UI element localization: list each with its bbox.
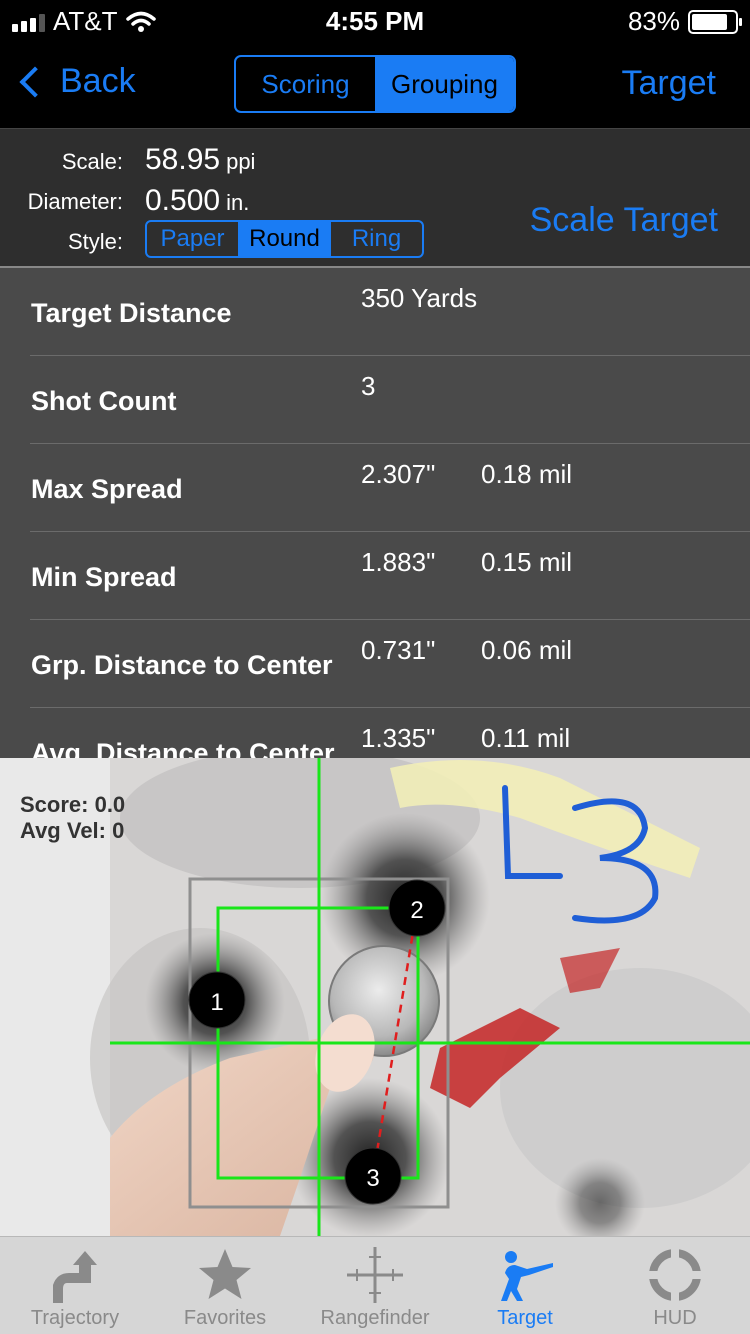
table-row: Min Spread 1.883" 0.15 mil [30, 532, 750, 620]
style-option-paper[interactable]: Paper [147, 222, 239, 256]
mode-segmented-control: Scoring Grouping [234, 55, 516, 113]
star-icon [199, 1249, 251, 1299]
table-row: Grp. Distance to Center 0.731" 0.06 mil [30, 620, 750, 708]
segment-scoring[interactable]: Scoring [236, 57, 375, 111]
row-value-primary: 350 Yards [361, 283, 478, 313]
tab-label: HUD [653, 1307, 697, 1329]
table-row: Target Distance 350 Yards [30, 268, 750, 356]
table-row: Avg. Distance to Center 1.335" 0.11 mil [30, 708, 750, 758]
shot-marker-2[interactable]: 2 [388, 879, 446, 937]
row-value-primary: 0.731" [361, 635, 436, 665]
style-option-round[interactable]: Round [239, 222, 331, 256]
tab-label: Favorites [183, 1307, 267, 1329]
crosshair-icon [347, 1247, 403, 1303]
target-button[interactable]: Target [622, 64, 717, 103]
target-photo-view[interactable]: 1 2 3 Score: 0.0 Avg Vel: 0 [0, 758, 750, 1236]
tab-favorites[interactable]: Favorites [150, 1237, 300, 1334]
tab-bar: Trajectory Favorites Rangefinder Target [0, 1236, 750, 1334]
shot-label: 3 [366, 1165, 379, 1192]
diameter-value: 0.500 in. [145, 184, 249, 218]
tab-trajectory[interactable]: Trajectory [0, 1237, 150, 1334]
scale-target-button[interactable]: Scale Target [530, 201, 718, 240]
battery-icon [688, 9, 742, 34]
row-value-secondary: 0.18 mil [481, 459, 573, 489]
scale-unit: ppi [226, 149, 256, 174]
avg-velocity-text: Avg Vel: 0 [20, 818, 125, 843]
hud-reticle-icon [647, 1247, 703, 1303]
tab-label: Rangefinder [320, 1307, 430, 1329]
status-bar: AT&T 4:55 PM 83% [0, 0, 750, 40]
battery-status: 83% [627, 6, 742, 37]
tab-rangefinder[interactable]: Rangefinder [300, 1237, 450, 1334]
battery-percent: 83% [627, 6, 680, 36]
rifleman-icon [501, 1251, 553, 1301]
scale-value: 58.95 ppi [145, 143, 255, 177]
table-row: Shot Count 3 [30, 356, 750, 444]
score-readout: Score: 0.0 Avg Vel: 0 [20, 792, 125, 844]
score-text: Score: 0.0 [20, 792, 126, 817]
row-name: Max Spread [31, 474, 183, 504]
row-name: Grp. Distance to Center [31, 650, 333, 680]
diameter-number: 0.500 [145, 184, 221, 217]
row-value-secondary: 0.06 mil [481, 635, 573, 665]
table-row: Max Spread 2.307" 0.18 mil [30, 444, 750, 532]
tab-target[interactable]: Target [450, 1237, 600, 1334]
row-value-primary: 1.335" [361, 723, 436, 753]
chevron-left-icon [19, 65, 51, 98]
row-name: Target Distance [31, 298, 232, 328]
style-segmented-control: Paper Round Ring [145, 220, 424, 258]
row-value-primary: 2.307" [361, 459, 436, 489]
segment-grouping[interactable]: Grouping [375, 57, 514, 111]
row-value-secondary: 0.15 mil [481, 547, 573, 577]
row-value-secondary: 0.11 mil [481, 723, 571, 753]
tab-label: Target [497, 1307, 553, 1329]
shot-label: 2 [410, 897, 423, 924]
style-option-ring[interactable]: Ring [331, 222, 422, 256]
tab-hud[interactable]: HUD [600, 1237, 750, 1334]
scale-label: Scale: [61, 149, 123, 174]
trajectory-icon [53, 1251, 97, 1303]
shot-marker-1[interactable]: 1 [188, 971, 246, 1029]
group-stats-table[interactable]: Target Distance 350 Yards Shot Count 3 M… [0, 268, 750, 758]
style-label: Style: [67, 229, 123, 254]
back-button[interactable]: Back [14, 62, 136, 101]
row-value-primary: 1.883" [361, 547, 436, 577]
row-name: Min Spread [31, 562, 177, 592]
row-value-primary: 3 [361, 371, 376, 401]
navigation-bar: Back Scoring Grouping Target [0, 40, 750, 128]
tab-label: Trajectory [30, 1307, 120, 1329]
row-name: Avg. Distance to Center [31, 738, 335, 758]
back-label: Back [60, 62, 136, 100]
diameter-unit: in. [226, 190, 250, 215]
shot-label: 1 [210, 989, 223, 1016]
row-name: Shot Count [31, 386, 177, 416]
shot-marker-3[interactable]: 3 [344, 1147, 402, 1205]
scale-number: 58.95 [145, 143, 221, 176]
diameter-label: Diameter: [27, 189, 123, 214]
scale-panel: Scale: 58.95 ppi Diameter: 0.500 in. Style… [0, 128, 750, 268]
